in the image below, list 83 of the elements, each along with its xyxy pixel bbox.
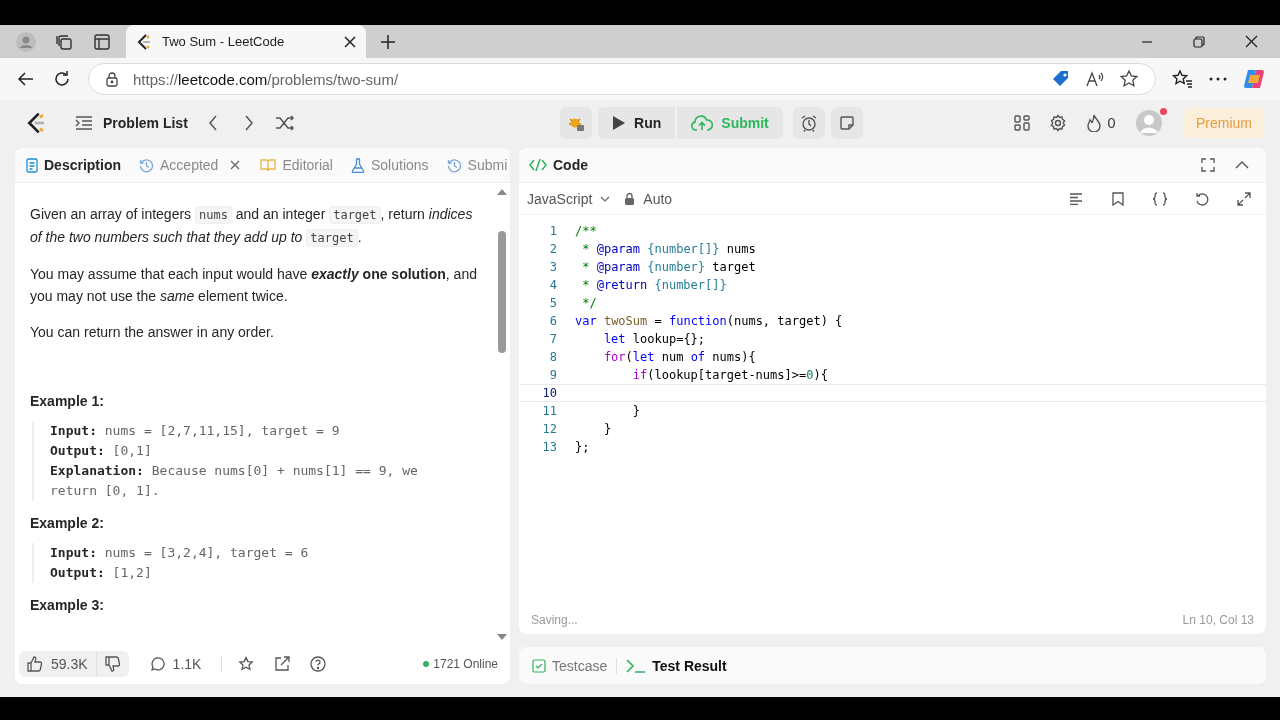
example-line: Input: nums = [3,2,4], target = 6	[50, 544, 310, 562]
online-count: 1721 Online	[433, 657, 498, 671]
line-number: 11	[541, 404, 557, 418]
note-icon	[838, 115, 855, 131]
line-number: 13	[541, 440, 557, 454]
code-line: };	[575, 440, 590, 454]
lock-icon	[624, 192, 636, 205]
timer-button[interactable]	[792, 107, 825, 139]
save-status: Saving...	[531, 613, 578, 627]
problem-list-button[interactable]: Problem List	[71, 111, 192, 135]
code-line: }	[602, 422, 612, 436]
list-icon	[75, 115, 93, 131]
flask-icon	[351, 157, 365, 173]
code-icon	[529, 158, 547, 172]
line-number: 1	[548, 224, 557, 238]
code-line: */	[581, 296, 597, 310]
description-paragraph: You may assume that each input would have exactly one solution, and you may not use the same element twice.	[30, 265, 478, 306]
read-aloud-icon[interactable]	[1085, 70, 1105, 88]
comments-button[interactable]: 1.1K	[140, 651, 210, 677]
line-number: 8	[548, 350, 557, 364]
line-number: 7	[548, 332, 557, 346]
flame-icon	[1087, 114, 1102, 132]
line-number: 6	[548, 314, 557, 328]
play-icon	[612, 115, 627, 131]
thumbs-down-icon	[104, 656, 121, 672]
panel-tab[interactable]: Description	[21, 153, 126, 177]
line-number: 2	[548, 242, 557, 256]
checkbox-icon	[532, 658, 546, 673]
history-icon	[446, 157, 462, 173]
example-line: Output: [1,2]	[50, 564, 153, 582]
code-line: if(lookup[target-nums]>=0){	[631, 368, 828, 382]
cloud-upload-icon	[691, 115, 714, 131]
url-text: https://leetcode.com/problems/two-sum/	[133, 70, 399, 88]
terminal-icon	[626, 658, 647, 673]
online-dot	[423, 661, 430, 667]
auto-mode-toggle[interactable]: Auto	[624, 190, 673, 207]
chevron-down-icon	[600, 195, 611, 202]
tab-title: Two Sum - LeetCode	[162, 34, 286, 49]
browser-tab[interactable]: Two Sum - LeetCode	[126, 25, 366, 58]
document-icon	[26, 157, 38, 173]
leetcode-logo-icon	[136, 32, 152, 51]
lock-icon	[105, 71, 119, 87]
line-number: 12	[541, 422, 557, 436]
example-heading: Example 2:	[30, 515, 105, 531]
code-line: var twoSum = function(nums, target) {	[575, 314, 843, 328]
tag-icon[interactable]	[1051, 69, 1071, 89]
comment-icon	[148, 656, 165, 672]
streak-counter[interactable]: 0	[1087, 114, 1116, 132]
example-line: Explanation: Because nums[0] + nums[1] == 9, we return [0, 1].	[50, 462, 419, 500]
run-button[interactable]: Run	[598, 107, 676, 139]
description-paragraph: You can return the answer in any order.	[30, 323, 275, 342]
example-line: Output: [0,1]	[50, 442, 153, 460]
close-icon[interactable]	[344, 35, 356, 48]
line-number: 5	[548, 296, 557, 310]
line-number: 4	[548, 278, 557, 292]
code-line: * @param {number[]} nums	[581, 242, 756, 256]
code-line: }	[631, 404, 641, 418]
favorite-star-icon[interactable]	[1119, 69, 1139, 89]
code-line: /**	[575, 224, 597, 238]
panel-title: Code	[553, 157, 588, 173]
description-paragraph: Given an array of integers nums and an integer target , return indices of the two numbers such that they add up to target .	[30, 205, 474, 249]
history-icon	[139, 157, 154, 173]
example-heading: Example 3:	[30, 597, 105, 613]
panel-tab[interactable]: Testcase	[527, 653, 613, 678]
line-number: 10	[541, 386, 557, 400]
alarm-clock-icon	[799, 114, 818, 132]
notes-button[interactable]	[830, 107, 863, 139]
leetcode-logo-icon[interactable]	[25, 111, 47, 135]
example-heading: Example 1:	[30, 393, 105, 409]
code-line: * @param {number} target	[581, 260, 756, 274]
example-line: Input: nums = [2,7,11,15], target = 9	[50, 422, 341, 440]
debug-button[interactable]	[560, 107, 593, 139]
address-field[interactable]: https://leetcode.com/problems/two-sum/	[88, 63, 1156, 95]
code-line: for(let num of nums){	[602, 350, 756, 364]
panel-tab[interactable]: Test Result	[621, 653, 732, 678]
code-line: * @return {number[]}	[581, 278, 727, 292]
code-line: let lookup={};	[602, 332, 706, 346]
line-number: 9	[548, 368, 557, 382]
language-dropdown[interactable]: JavaScript	[527, 190, 611, 207]
line-number: 3	[548, 260, 557, 274]
book-icon	[260, 158, 277, 172]
cursor-position: Ln 10, Col 13	[1182, 613, 1254, 627]
thumbs-up-icon	[27, 656, 43, 672]
